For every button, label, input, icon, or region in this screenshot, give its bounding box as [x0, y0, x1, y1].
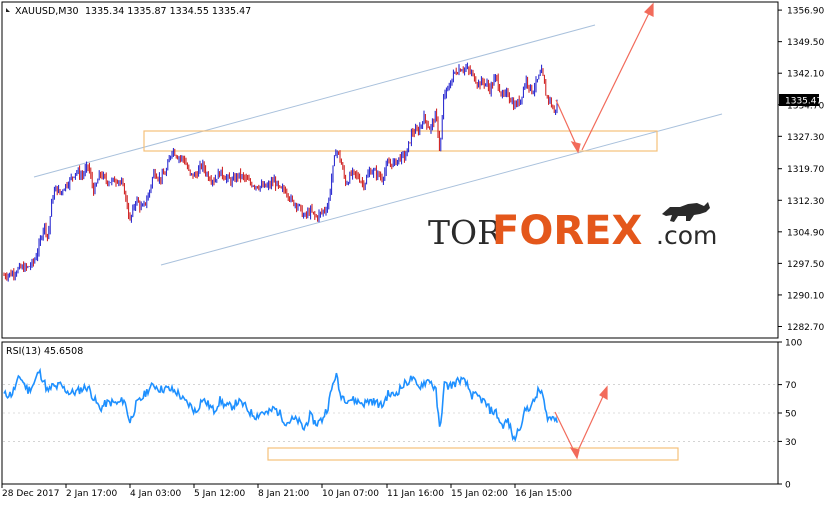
price-tick-label: 1290.10 [787, 291, 824, 301]
time-axis: 28 Dec 2017 2 Jan 17:00 4 Jan 03:00 5 Jan 1… [1, 484, 572, 499]
current-price-marker: 1335.47 [779, 94, 822, 107]
time-tick-label: 2 Jan 17:00 [66, 489, 118, 499]
rsi-tick-label: 70 [785, 381, 797, 391]
chart-header: XAUUSD,M30 1335.34 1335.87 1334.55 1335.… [6, 6, 251, 17]
price-tick-label: 1282.70 [787, 323, 824, 333]
symbol-label: XAUUSD,M30 [15, 6, 79, 17]
price-tick-label: 1319.70 [787, 165, 824, 175]
price-tick-label: 1356.90 [787, 7, 824, 17]
time-tick-label: 11 Jan 16:00 [387, 489, 444, 499]
ohlc-label: 1335.34 1335.87 1334.55 1335.47 [85, 6, 251, 17]
current-price-value: 1335.47 [785, 97, 822, 107]
price-tick-label: 1312.30 [787, 197, 824, 207]
time-tick-label: 4 Jan 03:00 [130, 489, 182, 499]
price-tick-label: 1304.90 [787, 228, 824, 238]
price-axis: 1356.901349.501342.101334.701327.301319.… [778, 7, 824, 333]
time-tick-label: 15 Jan 02:00 [451, 489, 508, 499]
time-tick-label: 10 Jan 07:00 [322, 489, 379, 499]
price-tick-label: 1327.30 [787, 133, 824, 143]
rsi-tick-label: 50 [785, 410, 797, 420]
price-tick-label: 1297.50 [787, 260, 824, 270]
price-chart-svg[interactable]: TOR FOREX .com XAUUSD,M30 1335.34 1335.8… [0, 0, 824, 504]
chart-root: TOR FOREX .com XAUUSD,M30 1335.34 1335.8… [0, 0, 824, 504]
rsi-tick-label: 30 [785, 438, 797, 448]
time-tick-label: 5 Jan 12:00 [194, 489, 246, 499]
time-tick-label: 16 Jan 15:00 [515, 489, 572, 499]
price-panel-frame [1, 1, 779, 339]
rsi-label: RSI(13) 45.6508 [6, 346, 83, 357]
watermark-com: .com [656, 221, 717, 250]
price-tick-label: 1342.10 [787, 70, 824, 80]
rsi-tick-label: 100 [785, 339, 802, 349]
time-tick-label: 8 Jan 21:00 [258, 489, 310, 499]
price-tick-label: 1349.50 [787, 38, 824, 48]
rsi-tick-label: 0 [785, 481, 791, 491]
watermark-forex: FOREX [492, 208, 642, 254]
time-tick-label: 28 Dec 2017 [2, 489, 60, 499]
